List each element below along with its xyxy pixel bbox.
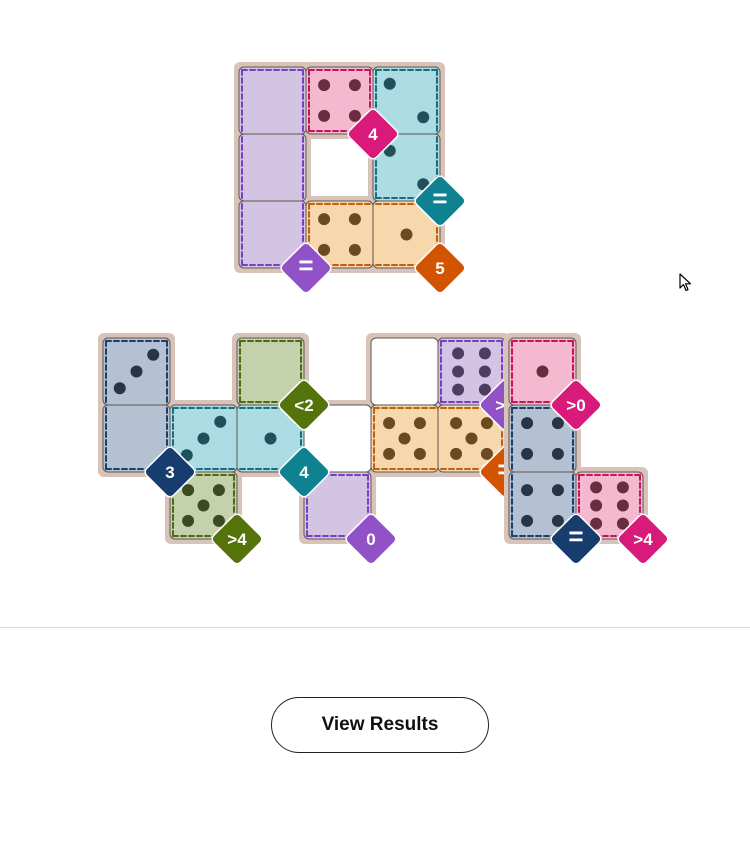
board-cell[interactable] xyxy=(238,133,307,202)
domino-pip xyxy=(318,109,331,122)
domino-pip xyxy=(551,484,564,497)
domino-pip xyxy=(450,417,463,430)
domino-pip xyxy=(383,447,396,460)
rule-label: = xyxy=(298,250,313,280)
domino-pip xyxy=(465,432,478,445)
domino-pip xyxy=(417,111,430,124)
domino-pip xyxy=(348,243,361,256)
domino-pip xyxy=(551,447,564,460)
domino-pip xyxy=(450,447,463,460)
domino-pip xyxy=(400,228,413,241)
rule-label: = xyxy=(432,183,447,213)
domino-pip xyxy=(521,447,534,460)
domino-pip xyxy=(197,432,210,445)
puzzle-board-3: >0 = >4 xyxy=(504,333,669,565)
domino-pip xyxy=(521,484,534,497)
rule-label: <2 xyxy=(294,396,313,415)
rule-label: 0 xyxy=(366,530,375,549)
rule-label: 5 xyxy=(435,259,444,278)
domino-pip xyxy=(478,347,491,360)
rule-label: >4 xyxy=(633,530,653,549)
domino-pip xyxy=(521,514,534,527)
mouse-cursor-icon xyxy=(679,273,693,298)
view-results-button[interactable]: View Results xyxy=(271,697,489,753)
domino-pip xyxy=(147,348,160,361)
domino-pip xyxy=(452,365,465,378)
domino-pip xyxy=(318,213,331,226)
domino-pip xyxy=(212,484,225,497)
domino-pip xyxy=(197,499,210,512)
rule-label: 4 xyxy=(299,463,309,482)
domino-pip xyxy=(616,499,629,512)
domino-pip xyxy=(478,365,491,378)
domino-pip xyxy=(521,417,534,430)
domino-pip xyxy=(383,77,396,90)
domino-pip xyxy=(348,79,361,92)
domino-pip xyxy=(383,417,396,430)
domino-pip xyxy=(113,382,126,395)
domino-pip xyxy=(452,383,465,396)
domino-pip xyxy=(413,417,426,430)
domino-pip xyxy=(264,432,277,445)
rule-label: >0 xyxy=(566,396,585,415)
domino-pip xyxy=(590,499,603,512)
domino-pip xyxy=(130,365,143,378)
domino-pip xyxy=(616,481,629,494)
rule-label: 4 xyxy=(368,125,378,144)
puzzle-board-2: 3<24>4=>40 xyxy=(98,333,531,565)
rule-label: 3 xyxy=(165,463,174,482)
domino-pip xyxy=(214,415,227,428)
domino-pip xyxy=(398,432,411,445)
domino-pip xyxy=(348,213,361,226)
domino-pip xyxy=(182,514,195,527)
puzzle-board-1: = 4 = 5 xyxy=(234,62,466,294)
board-cell[interactable] xyxy=(238,66,307,135)
rule-label: = xyxy=(568,521,583,551)
section-divider xyxy=(0,627,750,628)
domino-pip xyxy=(536,365,549,378)
domino-pip xyxy=(452,347,465,360)
rule-label: >4 xyxy=(227,530,247,549)
domino-pip xyxy=(413,447,426,460)
domino-pip xyxy=(318,79,331,92)
board-cell[interactable] xyxy=(370,337,439,406)
domino-pip xyxy=(590,481,603,494)
